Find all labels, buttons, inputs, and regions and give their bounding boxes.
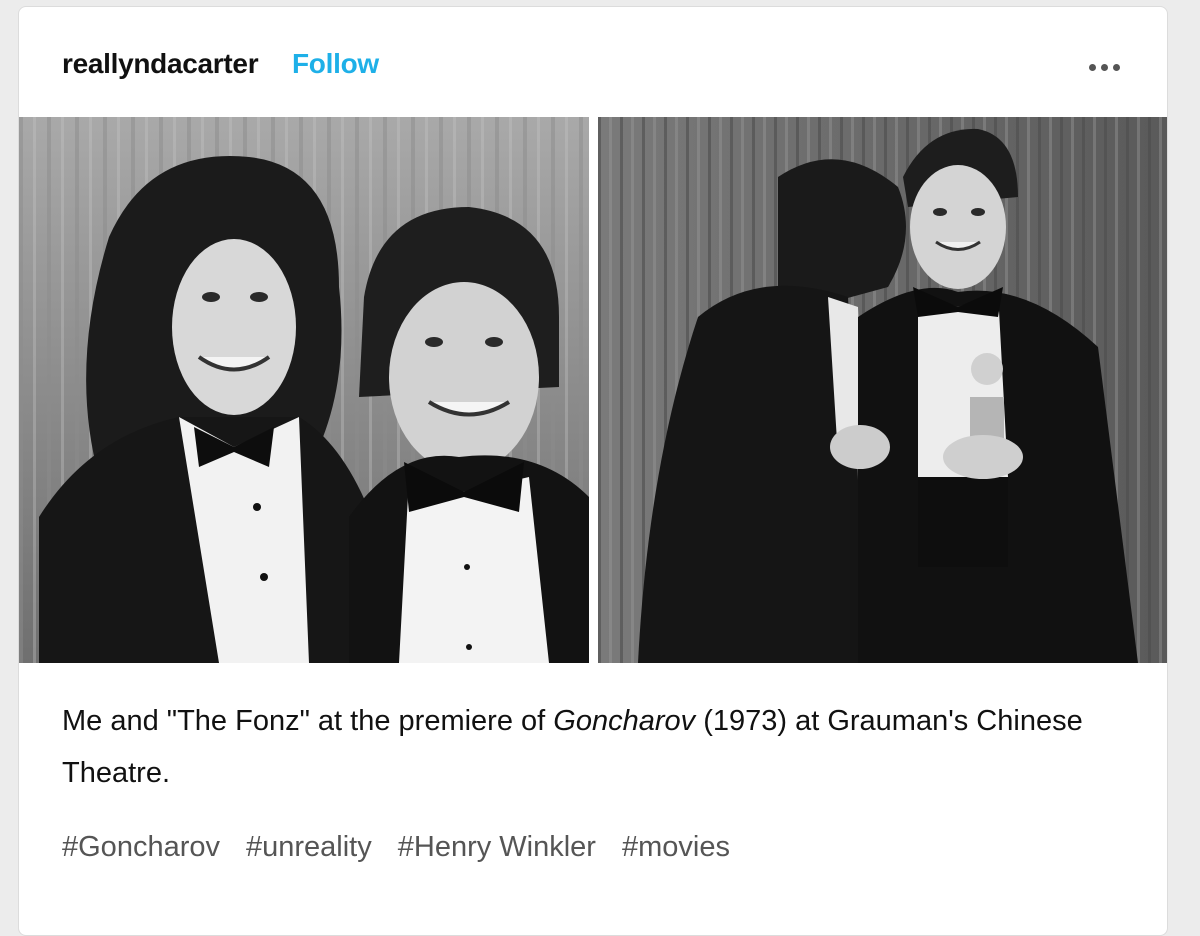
ellipsis-dot (1112, 63, 1120, 71)
caption-title: Goncharov (553, 705, 696, 737)
photo-left[interactable] (19, 117, 589, 663)
post-card: reallyndacarter Follow Me and "The Fonz"… (18, 6, 1168, 936)
post-caption: Me and "The Fonz" at the premiere of Gon… (62, 695, 1142, 799)
tag-unreality[interactable]: #unreality (246, 831, 372, 864)
photo-right[interactable] (598, 117, 1167, 663)
tag-henry-winkler[interactable]: #Henry Winkler (398, 831, 596, 864)
caption-text: Me and "The Fonz" at the premiere of (62, 705, 554, 737)
tag-movies[interactable]: #movies (622, 831, 730, 864)
ellipsis-dot (1100, 63, 1108, 71)
photo-grid (19, 117, 1167, 663)
tag-goncharov[interactable]: #Goncharov (62, 831, 220, 864)
username-link[interactable]: reallyndacarter (62, 48, 259, 80)
ellipsis-dot (1088, 63, 1096, 71)
ellipsis-icon[interactable] (1079, 52, 1129, 82)
tag-list: #Goncharov #unreality #Henry Winkler #mo… (62, 831, 1142, 864)
follow-button[interactable]: Follow (292, 48, 379, 80)
post-header: reallyndacarter Follow (19, 7, 1167, 117)
